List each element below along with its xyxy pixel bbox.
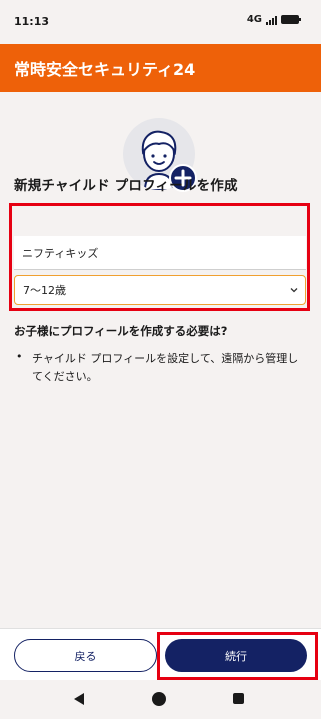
status-icons: 4G: [246, 14, 301, 25]
continue-button-label: 続行: [225, 649, 247, 663]
status-bar: 11:13 4G: [0, 0, 321, 44]
bullet-icon: •: [16, 350, 23, 363]
back-button-label: 戻る: [74, 649, 97, 663]
age-range-select[interactable]: 7〜12歳: [14, 275, 306, 305]
form-heading: 新規チャイルド プロフィールを作成: [14, 178, 238, 194]
signal-icon: [266, 15, 277, 25]
why-title: お子様にプロフィールを作成する必要は?: [14, 324, 228, 338]
child-name-value: ニフティキッズ: [22, 246, 99, 260]
bottom-action-bar: 戻る 続行: [0, 628, 321, 680]
app-header: 常時安全セキュリティ24: [0, 44, 321, 92]
age-range-value: 7〜12歳: [23, 284, 66, 297]
battery-icon: [281, 15, 301, 24]
nav-recents-icon[interactable]: [233, 693, 244, 704]
system-nav-bar: [0, 680, 321, 719]
app-title: 常時安全セキュリティ24: [14, 60, 196, 79]
continue-button[interactable]: 続行: [165, 639, 307, 672]
nav-back-icon[interactable]: [74, 693, 84, 705]
network-type: 4G: [246, 14, 262, 25]
status-time: 11:13: [14, 15, 50, 28]
back-button[interactable]: 戻る: [14, 639, 157, 672]
nav-home-icon[interactable]: [152, 692, 166, 706]
child-name-input[interactable]: ニフティキッズ: [14, 236, 306, 270]
chevron-down-icon: [290, 288, 298, 293]
why-description: チャイルド プロフィールを設定して、遠隔から管理してください。: [32, 352, 299, 383]
